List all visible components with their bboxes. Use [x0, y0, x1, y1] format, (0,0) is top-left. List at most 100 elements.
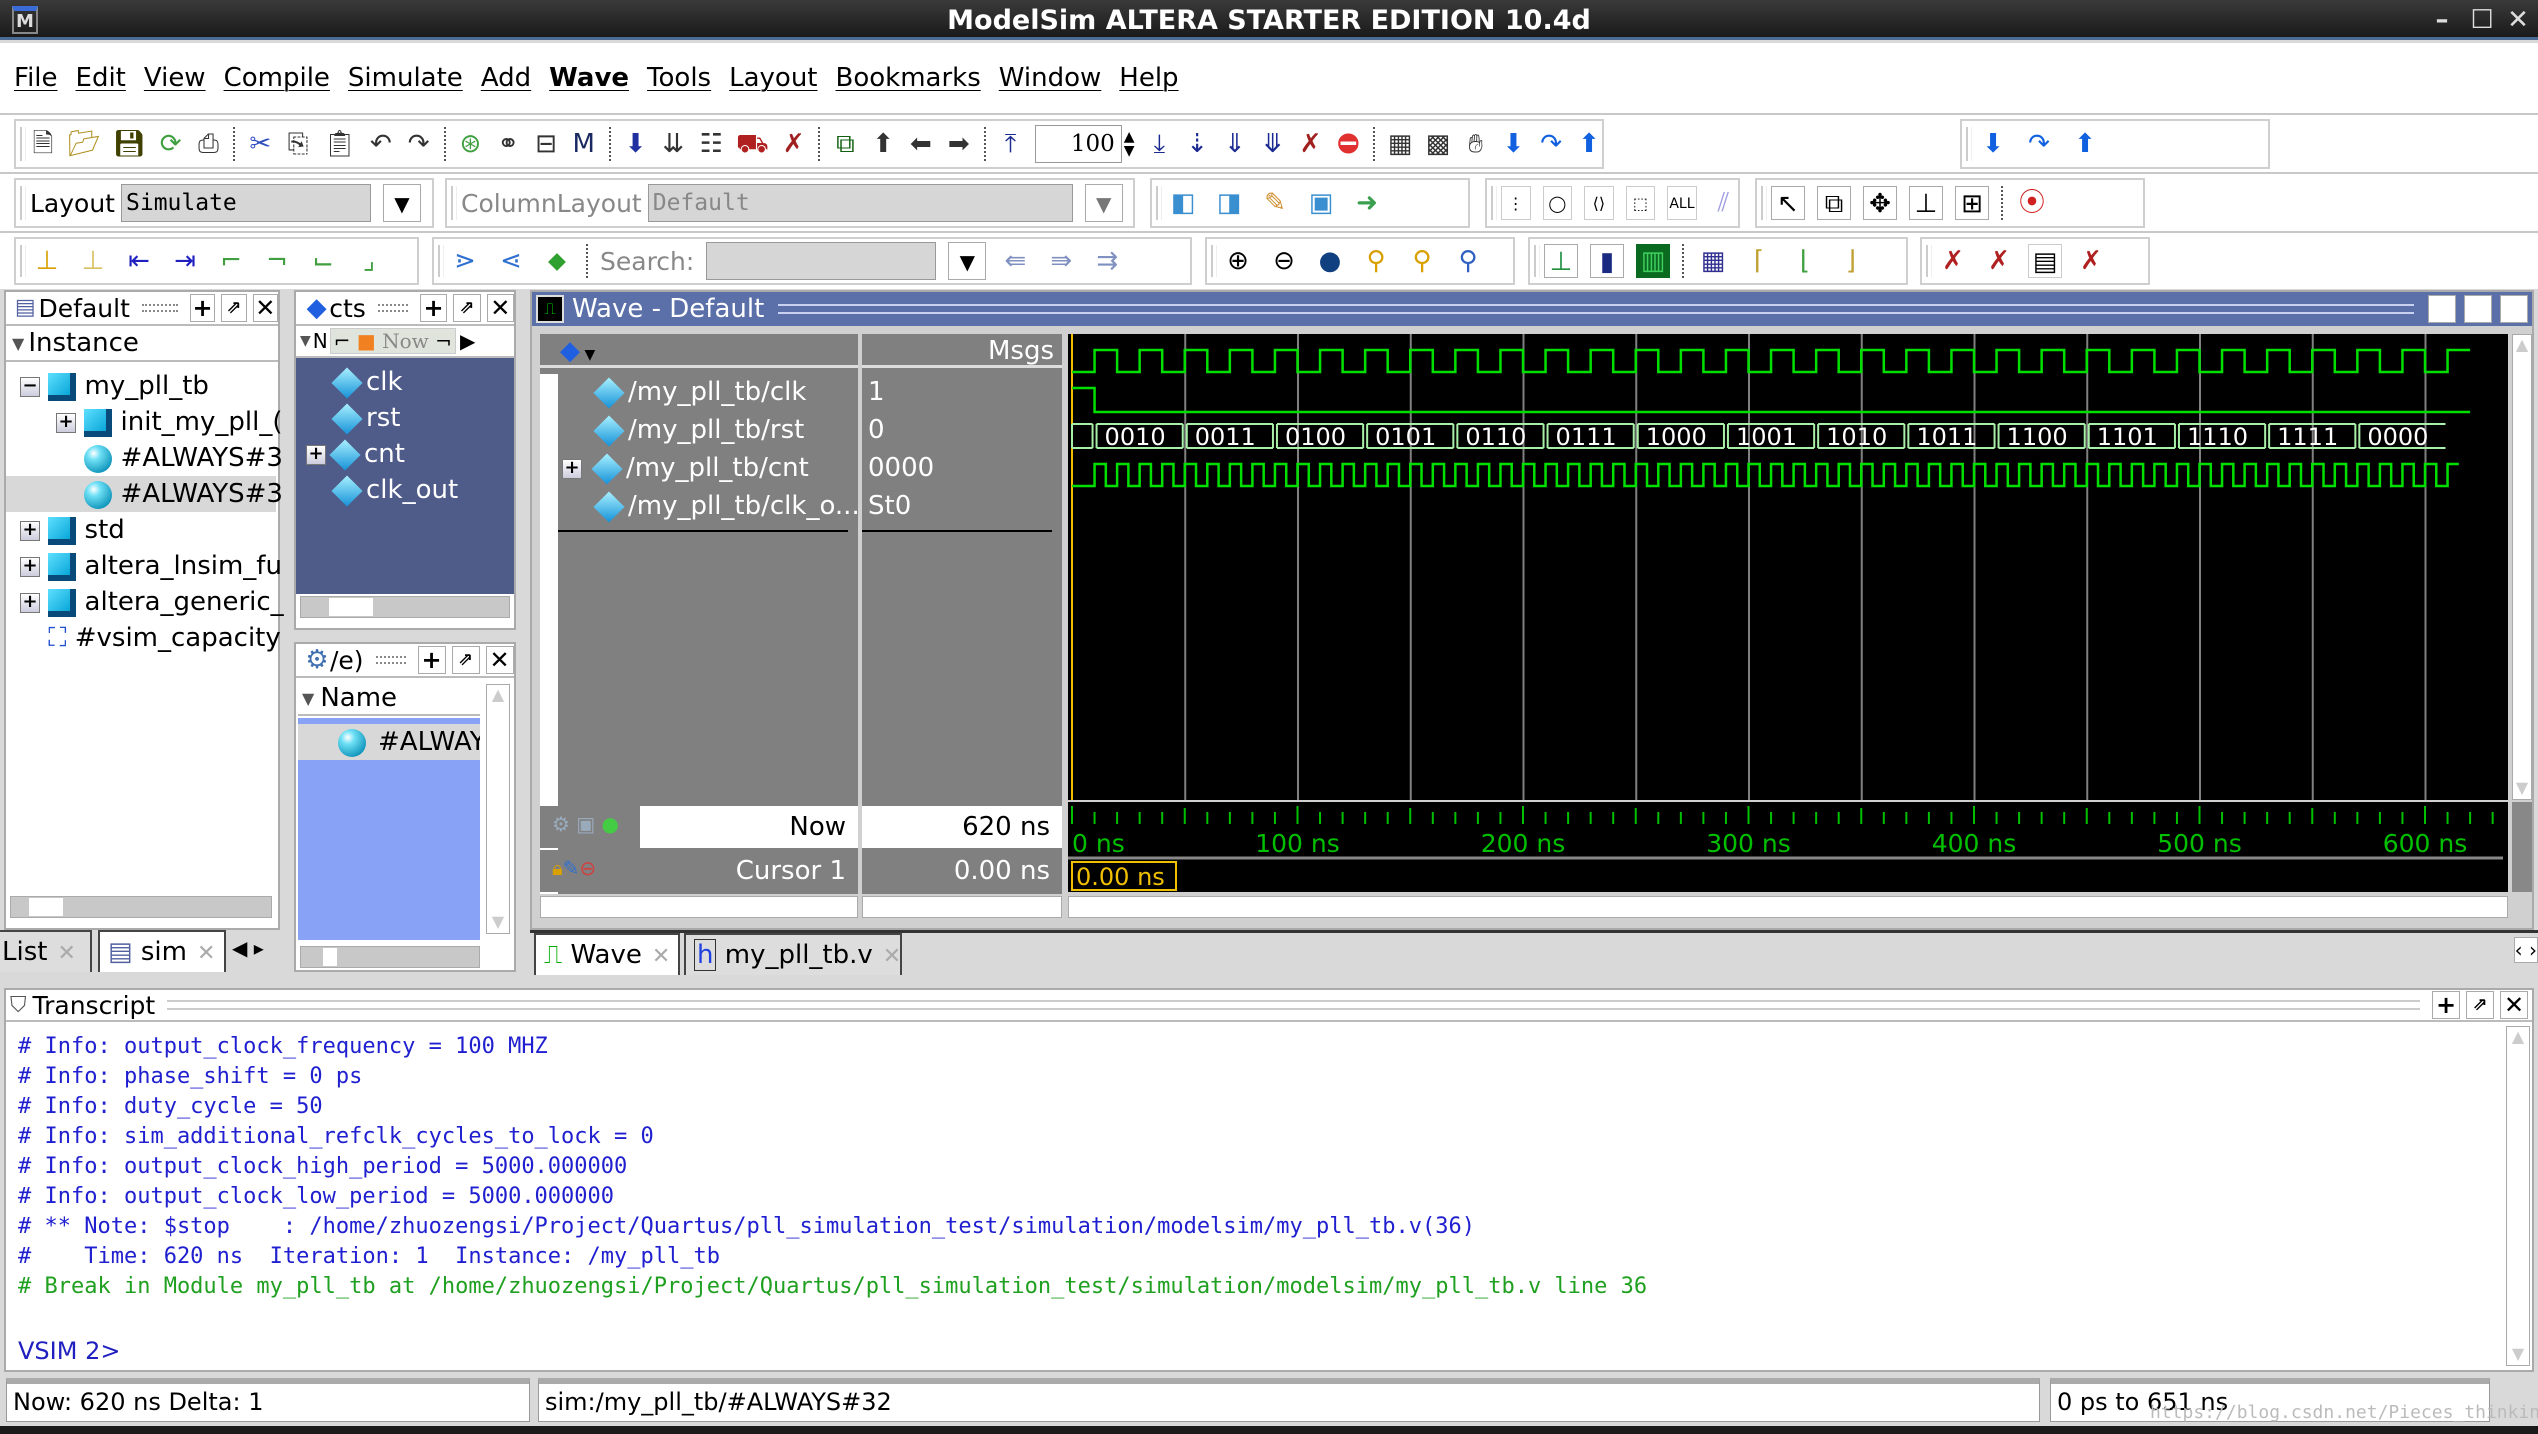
search-input[interactable]	[706, 242, 937, 280]
collapse-icon[interactable]: ⋖	[494, 244, 528, 278]
expand-toggle-icon[interactable]: −	[20, 376, 40, 397]
column-layout-select[interactable]: Default	[647, 184, 1073, 222]
maximize-button[interactable]: ☐	[2464, 2, 2500, 38]
step-back-icon[interactable]: ⤓	[1147, 127, 1173, 161]
search-dropdown-button[interactable]: ▼	[948, 242, 987, 280]
drag-grip[interactable]	[141, 304, 178, 312]
restart-icon[interactable]: ⤒	[998, 127, 1024, 161]
next-falling-icon[interactable]: ¬	[260, 244, 294, 278]
list-item[interactable]: #ALWAY	[298, 724, 480, 760]
drag-grip[interactable]	[778, 304, 2414, 314]
zoom-cursor-icon[interactable]: ⚲	[1359, 244, 1393, 278]
panel-dock-button[interactable]: +	[189, 294, 216, 322]
continue-icon[interactable]: ⇓	[1222, 127, 1248, 161]
step-out-icon[interactable]: ⬆	[1576, 127, 1602, 161]
expand-toggle-icon[interactable]: +	[20, 592, 40, 613]
cut-icon[interactable]: ✂	[247, 127, 273, 161]
search-options-icon[interactable]: ⇉	[1090, 244, 1124, 278]
tree-item[interactable]: #ALWAYS#3	[6, 476, 283, 512]
save-icon[interactable]: 💾︎	[113, 127, 146, 161]
close-button[interactable]: ✕	[2500, 2, 2536, 38]
zoom-mode-icon[interactable]: ⧉	[1817, 186, 1851, 220]
menu-compile[interactable]: Compile	[224, 63, 330, 93]
panel-dock-button[interactable]: +	[417, 646, 446, 674]
show-wave-icon[interactable]: ⊥	[1544, 244, 1578, 278]
new-file-icon[interactable]: 🗎︎	[30, 127, 56, 161]
panel-undock-button[interactable]: ⇗	[451, 646, 480, 674]
wave-hscrollbar[interactable]	[1068, 896, 2508, 918]
instance-column-header[interactable]: ▼ Instance	[6, 326, 278, 362]
compare-mode-icon[interactable]: ⊞	[1955, 186, 1989, 220]
select-mode-icon[interactable]: ↖	[1771, 186, 1805, 220]
tab-sim[interactable]: ▤ sim ✕	[98, 930, 226, 972]
format-analog-icon[interactable]: ⟨⟩	[1584, 186, 1614, 220]
search-prev-icon[interactable]: ⇚	[998, 244, 1032, 278]
tab-list[interactable]: List ✕	[0, 930, 92, 972]
now-tools-icon[interactable]: ⚙ ▣ ●	[552, 812, 619, 836]
next-rising-icon[interactable]: ⌟	[352, 244, 386, 278]
drag-grip[interactable]	[377, 304, 408, 312]
show-drivers-icon[interactable]: ▮	[1590, 244, 1624, 278]
remove-wave-icon[interactable]: ◨	[1212, 186, 1246, 220]
waveform-pane[interactable]: 0010 0011 0100 0101 0110 0111 1000 1001 1010 1011…	[1068, 334, 2508, 800]
reload-icon[interactable]: ⟳	[158, 127, 184, 161]
tab-source-file[interactable]: h my_pll_tb.v ✕	[684, 933, 902, 975]
sim-hscrollbar[interactable]	[10, 896, 272, 918]
signal-row[interactable]: /my_pll_tb/clk	[558, 374, 806, 410]
run-length-spinner[interactable]: ▲ ▼	[1124, 130, 1135, 158]
wave-dock-button[interactable]: +	[2428, 295, 2456, 323]
zoom-in-icon[interactable]: ⊕	[1221, 244, 1255, 278]
performance-icon[interactable]: ▦	[1387, 127, 1413, 161]
paste-icon[interactable]: 📋︎	[323, 127, 356, 161]
step-into-current-icon[interactable]: ⬇	[1976, 127, 2010, 161]
transcript-output[interactable]: # Info: output_clock_frequency = 100 MHZ…	[18, 1032, 2488, 1312]
zoom-range-icon[interactable]: ⚲	[1451, 244, 1485, 278]
compare-prev-icon[interactable]: ✗	[1936, 244, 1970, 278]
panel-close-button[interactable]: ✕	[485, 646, 514, 674]
hand-icon[interactable]: ✋︎	[1463, 127, 1489, 161]
compare-report-icon[interactable]: ▤	[2028, 244, 2062, 278]
menu-help[interactable]: Help	[1119, 63, 1178, 93]
simulate-icon[interactable]: ⛟	[736, 127, 769, 161]
break-icon[interactable]: ✗	[781, 127, 807, 161]
run-length-input[interactable]: 100 ps	[1035, 125, 1122, 193]
tree-item[interactable]: ⛶ #vsim_capacity	[6, 620, 281, 656]
link-icon[interactable]: ⧉	[832, 127, 858, 161]
expand-toggle-icon[interactable]: +	[562, 458, 582, 479]
next-transition-icon[interactable]: ⇥	[168, 244, 202, 278]
find-dropdown-icon[interactable]: ⊛	[458, 127, 484, 161]
column-layout-dropdown-button[interactable]: ▼	[1084, 184, 1123, 222]
command-prompt[interactable]: VSIM 2>	[18, 1336, 120, 1366]
panel-dock-button[interactable]: +	[419, 294, 448, 322]
names-hscrollbar[interactable]	[540, 896, 858, 918]
insert-cursor-icon[interactable]: ⊥	[30, 244, 64, 278]
add-wave-icon[interactable]: ◧	[1166, 186, 1200, 220]
signal-row[interactable]: /my_pll_tb/clk_o...	[558, 488, 860, 524]
menu-layout[interactable]: Layout	[729, 63, 817, 93]
transcript-close-button[interactable]: ✕	[2500, 991, 2528, 1019]
transcript-undock-button[interactable]: ⇗	[2466, 991, 2494, 1019]
menu-add[interactable]: Add	[481, 63, 531, 93]
edit-wave-icon[interactable]: ✎	[1258, 186, 1292, 220]
panel-undock-button[interactable]: ⇗	[453, 294, 481, 322]
panel-undock-button[interactable]: ⇗	[221, 294, 247, 322]
objects-hscrollbar[interactable]	[300, 596, 510, 618]
process-vscrollbar[interactable]: ▲ ▼	[486, 684, 510, 934]
delete-cursor-icon[interactable]: ⊥	[76, 244, 110, 278]
memory-icon[interactable]: ▩	[1425, 127, 1451, 161]
find-signal-icon[interactable]: ⬥	[540, 244, 574, 278]
redo-icon[interactable]: ↷	[406, 127, 432, 161]
zoom-out-icon[interactable]: ⊖	[1267, 244, 1301, 278]
tab-wave[interactable]: ⎍ Wave ✕	[534, 933, 680, 975]
compare-clear-icon[interactable]: ✗	[2074, 244, 2108, 278]
compare-next-icon[interactable]: ✗	[1982, 244, 2016, 278]
minimize-button[interactable]: –	[2424, 2, 2460, 38]
menu-wave[interactable]: Wave	[549, 63, 629, 93]
collapse-time-icon[interactable]: ⌋	[1834, 244, 1868, 278]
format-event-icon[interactable]: ◯	[1542, 186, 1573, 220]
format-clear-icon[interactable]: ⫽	[1709, 186, 1738, 220]
format-all-icon[interactable]: ALL	[1667, 186, 1697, 220]
scroll-down-icon[interactable]: ▼	[2513, 778, 2531, 797]
object-item[interactable]: clk_out	[296, 472, 458, 508]
zoom-full-icon[interactable]: ●	[1313, 244, 1347, 278]
